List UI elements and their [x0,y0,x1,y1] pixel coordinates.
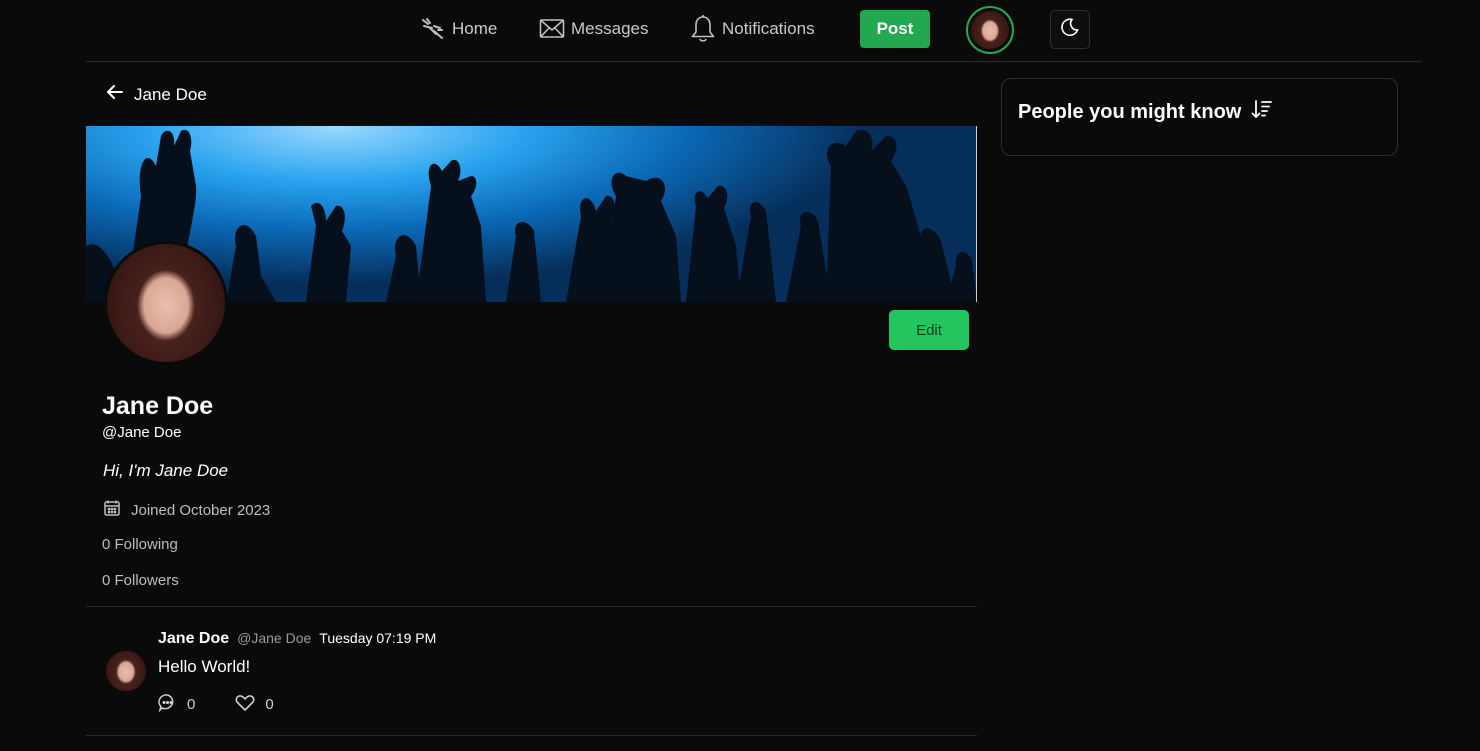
nav-avatar[interactable] [966,6,1014,54]
profile-avatar[interactable] [104,241,228,365]
heart-icon [235,694,255,716]
post-actions: 0 0 [158,693,274,716]
bell-icon [690,14,716,44]
divider [86,735,977,736]
post-timestamp: Tuesday 07:19 PM [319,630,437,646]
arrow-left-icon [106,84,124,105]
profile-bio: Hi, I'm Jane Doe [103,461,229,480]
joined-text: Joined October 2023 [131,501,271,519]
people-you-might-know-title: People you might know [1018,100,1242,123]
post-author-avatar[interactable] [106,651,146,691]
sort-descending-icon[interactable] [1251,99,1273,125]
nav-home-label: Home [452,19,498,38]
avatar-image [971,11,1009,49]
nav-notifications[interactable]: Notifications [690,12,815,46]
people-you-might-know-header: People you might know [1018,99,1273,125]
edit-profile-button[interactable]: Edit [889,310,969,350]
calendar-icon [103,499,121,521]
nav-messages[interactable]: Messages [539,12,648,46]
nav-home[interactable]: Home [420,12,497,46]
profile-joined: Joined October 2023 [103,499,270,521]
post-handle: @Jane Doe [237,630,312,646]
post-header: Jane Doe @Jane Doe Tuesday 07:19 PM [158,630,436,648]
feather-icon [420,16,446,42]
nav-messages-label: Messages [571,19,649,38]
divider [86,606,977,607]
like-button[interactable]: 0 [235,693,274,716]
profile-avatar-image [107,244,225,362]
comment-button[interactable]: 0 [158,693,195,716]
moon-icon [1060,17,1080,42]
like-count: 0 [265,696,274,713]
followers-count[interactable]: 0 Followers [102,572,179,589]
envelope-icon [539,18,565,40]
post-text: Hello World! [158,657,251,676]
nav-notifications-label: Notifications [722,19,815,38]
comment-icon [158,693,177,716]
post-button[interactable]: Post [860,10,930,48]
profile-display-name: Jane Doe [102,392,214,420]
post-author[interactable]: Jane Doe [158,630,229,648]
people-you-might-know-card: People you might know [1001,78,1398,156]
following-count[interactable]: 0 Following [102,536,178,553]
top-navigation: Home Messages Notifications Post [86,0,1422,62]
back-button[interactable]: Jane Doe [106,84,207,105]
comment-count: 0 [187,696,196,713]
profile-handle: @Jane Doe [102,424,182,441]
back-title: Jane Doe [134,84,207,104]
theme-toggle-button[interactable] [1050,10,1090,49]
